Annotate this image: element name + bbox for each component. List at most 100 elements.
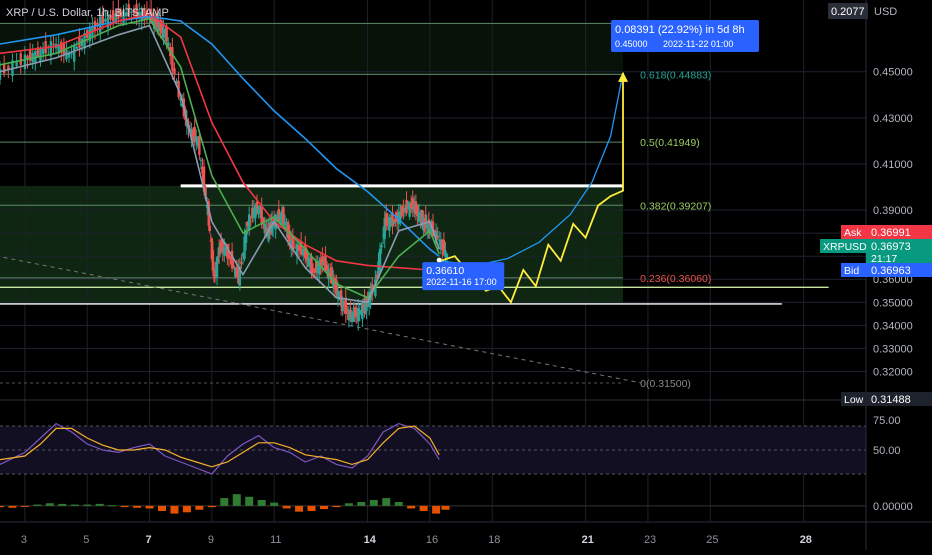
histogram-bar [0, 505, 4, 508]
histogram-bar [8, 505, 17, 508]
candle-body [293, 246, 297, 248]
histogram-bar [369, 500, 378, 506]
candle-body [15, 61, 18, 67]
time-tick-label: 23 [644, 534, 656, 546]
candle-body [198, 135, 201, 155]
histogram-bar [232, 494, 241, 506]
histogram-bar [220, 498, 229, 506]
candle-body [307, 257, 310, 267]
fib-level-label: 0.618(0.44883) [640, 69, 711, 81]
histogram-bar [58, 503, 67, 506]
candle-body [388, 217, 391, 231]
price-tag-name: Ask [844, 227, 862, 239]
histogram-bar [170, 505, 179, 514]
candle-body [73, 44, 76, 62]
trading-chart[interactable]: 0.702(0.47096)0.618(0.44883)0.5(0.41949)… [0, 0, 932, 550]
histogram-bar [307, 505, 316, 512]
histogram-bar [295, 505, 304, 512]
annotation-time: 2022-11-16 17:00 [426, 277, 496, 287]
candle-body [75, 46, 79, 49]
measure-target: 0.45000 [615, 39, 648, 49]
price-tick-label: 0.39000 [873, 205, 913, 217]
candle-body [2, 63, 6, 74]
price-tick-label: 0.43000 [873, 113, 913, 125]
currency-label: USD [874, 6, 897, 18]
price-tick-label: 0.35000 [873, 297, 913, 309]
histogram-bar [407, 505, 416, 509]
time-tick-label: 9 [208, 534, 214, 546]
histogram-bar [282, 505, 291, 509]
rsi-tick-label: 50.00 [873, 445, 901, 457]
zone-shading [0, 185, 624, 304]
candle-body [380, 245, 383, 248]
histogram-bar [83, 504, 92, 506]
histogram-bar [257, 500, 266, 506]
fib-level-label: 0.5(0.41949) [640, 137, 700, 149]
time-tick-label: 11 [270, 534, 281, 546]
histogram-bar [33, 504, 42, 506]
histogram-bar [70, 504, 79, 506]
histogram-bar [182, 505, 191, 513]
fib-level-label: 0.382(0.39207) [640, 200, 711, 212]
candle-body [70, 53, 73, 55]
time-tick-label: 16 [426, 534, 438, 546]
histogram-tick-label: 0.00000 [873, 501, 913, 513]
histogram-bar [207, 505, 216, 508]
price-tick-label: 0.41000 [873, 159, 913, 171]
candle-body [173, 68, 176, 75]
candle-body [311, 268, 315, 273]
candle-body [240, 262, 243, 264]
price-tag-value: 0.36991 [871, 227, 911, 239]
candle-body [417, 212, 421, 222]
time-tick-label: 14 [364, 534, 377, 546]
fib-level-label: 0.236(0.36060) [640, 273, 711, 285]
candle-body [104, 18, 107, 22]
candle-body [165, 26, 168, 42]
time-tick-label: 5 [83, 534, 89, 546]
histogram-bar [344, 503, 353, 506]
time-tick-label: 18 [488, 534, 500, 546]
candle-body [297, 245, 301, 251]
top-price-label: 0.2077 [831, 6, 865, 18]
candle-body [19, 53, 22, 65]
candle-body [39, 47, 42, 62]
histogram-bar [20, 505, 29, 507]
time-tick-label: 21 [582, 534, 594, 546]
histogram-bar [332, 505, 341, 508]
time-tick-label: 28 [800, 534, 812, 546]
time-tick-label: 25 [706, 534, 718, 546]
histogram-bar [45, 503, 54, 506]
histogram-bar [357, 501, 366, 506]
measure-date: 2022-11-22 01:00 [663, 39, 733, 49]
price-tag-value: 0.31488 [871, 394, 911, 406]
candle-body [302, 248, 305, 256]
measure-change: 0.08391 (22.92%) in 5d 8h [615, 24, 745, 36]
annotation-price: 0.36610 [426, 265, 464, 277]
candle-body [283, 221, 287, 226]
candle-body [405, 200, 408, 214]
histogram-bar [95, 503, 104, 506]
histogram-bar [145, 505, 154, 509]
histogram-bar [419, 505, 428, 512]
histogram-bar [270, 502, 279, 506]
histogram-bar [120, 505, 129, 508]
price-tick-label: 0.33000 [873, 343, 913, 355]
candle-body [52, 43, 55, 46]
candle-body [378, 248, 382, 272]
candle-body [208, 225, 211, 232]
candle-body [41, 48, 45, 55]
price-tick-label: 0.45000 [873, 67, 913, 79]
fib-level-label: 0(0.31500) [640, 378, 691, 390]
time-tick-label: 3 [21, 534, 27, 546]
chart-canvas[interactable]: 0.702(0.47096)0.618(0.44883)0.5(0.41949)… [0, 0, 932, 550]
candle-body [436, 235, 439, 238]
candle-body [199, 159, 203, 161]
price-tick-label: 0.34000 [873, 320, 913, 332]
candle-body [0, 68, 2, 80]
histogram-bar [432, 505, 441, 514]
candle-body [7, 65, 10, 69]
candle-body [282, 207, 285, 224]
candle-body [23, 54, 27, 70]
annotation-point [436, 257, 442, 263]
histogram-bar [195, 505, 204, 510]
